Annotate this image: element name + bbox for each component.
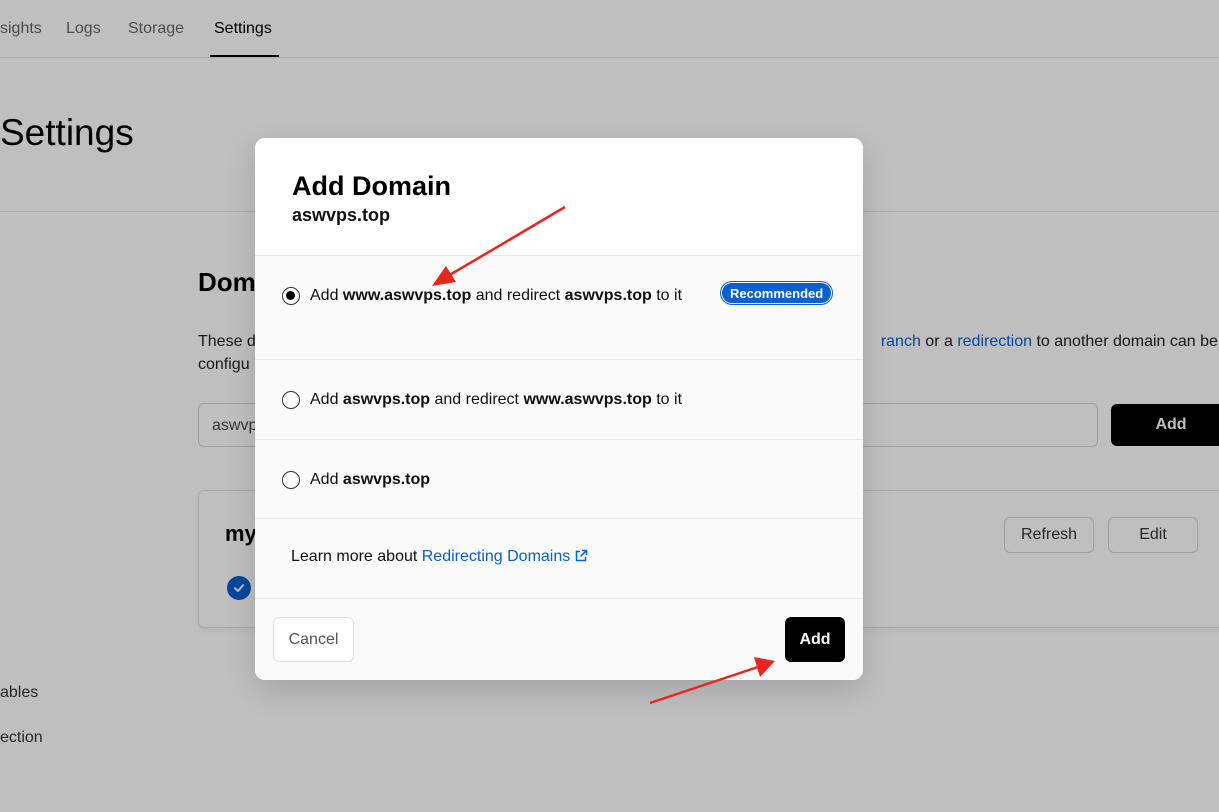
- option-prefix: Add: [310, 471, 343, 488]
- option-apex-redirect[interactable]: Add aswvps.top and redirect www.aswvps.t…: [255, 360, 863, 440]
- modal-add-button[interactable]: Add: [785, 617, 845, 662]
- option-apex-only[interactable]: Add aswvps.top: [255, 440, 863, 519]
- option-label: Add aswvps.top and redirect www.aswvps.t…: [310, 387, 850, 412]
- redirecting-domains-link[interactable]: Redirecting Domains: [422, 548, 589, 565]
- option-prefix: Add: [310, 287, 343, 304]
- radio-checked-icon[interactable]: [282, 287, 300, 305]
- modal-header: Add Domain aswvps.top: [255, 138, 863, 256]
- radio-unchecked-icon[interactable]: [282, 471, 300, 489]
- option-domain-a: www.aswvps.top: [342, 287, 472, 304]
- option-domain-a: aswvps.top: [342, 391, 431, 408]
- learn-more-label: Learn more about: [291, 548, 422, 565]
- modal-footer: Cancel Add: [255, 599, 863, 680]
- option-domain-b: aswvps.top: [564, 287, 652, 304]
- learn-more-link-text[interactable]: Redirecting Domains: [422, 548, 571, 565]
- option-suffix: to it: [651, 391, 683, 408]
- option-middle: and redirect: [430, 391, 524, 408]
- learn-more-text: Learn more about Redirecting Domains: [291, 548, 588, 568]
- option-suffix: to it: [651, 287, 683, 304]
- recommended-badge: Recommended: [721, 282, 833, 304]
- option-middle: and redirect: [471, 287, 565, 304]
- external-link-icon[interactable]: [574, 549, 588, 568]
- option-label: Add www.aswvps.top and redirect aswvps.t…: [310, 283, 705, 308]
- add-domain-modal: Add Domain aswvps.top Add www.aswvps.top…: [255, 138, 863, 680]
- modal-title: Add Domain: [292, 171, 451, 201]
- cancel-button[interactable]: Cancel: [273, 617, 354, 662]
- option-domain-b: www.aswvps.top: [523, 391, 652, 408]
- learn-more-row: Learn more about Redirecting Domains: [255, 519, 863, 599]
- option-label: Add aswvps.top: [310, 467, 710, 492]
- option-domain-a: aswvps.top: [342, 471, 431, 488]
- radio-unchecked-icon[interactable]: [282, 391, 300, 409]
- option-www-redirect[interactable]: Add www.aswvps.top and redirect aswvps.t…: [255, 256, 863, 360]
- modal-subtitle: aswvps.top: [292, 205, 391, 225]
- option-prefix: Add: [310, 391, 343, 408]
